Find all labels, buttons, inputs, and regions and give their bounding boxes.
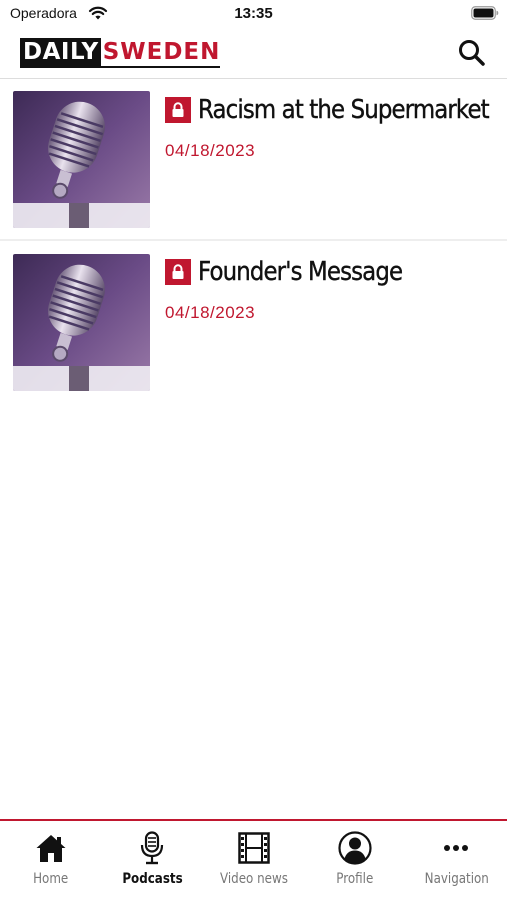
podcast-item[interactable]: Racism at the Supermarket 04/18/2023 (0, 79, 507, 241)
profile-icon (338, 831, 372, 865)
tab-label: Navigation (424, 871, 489, 887)
tab-label: Home (33, 871, 69, 887)
tab-label: Profile (336, 871, 374, 887)
podcast-title-row: Racism at the Supermarket (165, 95, 497, 125)
tab-label: Podcasts (121, 871, 183, 887)
tab-navigation[interactable]: Navigation (406, 821, 507, 902)
bottom-tab-bar: Home Podcasts Video news Profile Navigat… (0, 819, 507, 902)
logo-daily-text: DAILY (20, 38, 101, 68)
more-icon (439, 831, 473, 865)
podcast-list: Racism at the Supermarket 04/18/2023 Fou… (0, 79, 507, 401)
lock-icon (165, 97, 191, 123)
search-button[interactable] (457, 38, 487, 68)
status-bar: Operadora 13:35 (0, 0, 507, 28)
film-icon (237, 831, 271, 865)
tab-label: Video news (219, 871, 288, 887)
status-time: 13:35 (234, 5, 273, 22)
tab-home[interactable]: Home (0, 821, 101, 902)
app-header: DAILY SWEDEN (0, 28, 507, 79)
microphone-icon (135, 831, 169, 865)
daily-sweden-logo[interactable]: DAILY SWEDEN (20, 38, 221, 68)
home-icon (34, 831, 68, 865)
tab-profile[interactable]: Profile (304, 821, 405, 902)
logo-sweden-text: SWEDEN (100, 38, 221, 68)
podcast-date: 04/18/2023 (165, 303, 256, 322)
podcast-item[interactable]: Founder's Message 04/18/2023 (0, 241, 507, 401)
battery-icon (471, 6, 499, 20)
podcast-title: Founder's Message (198, 257, 403, 287)
podcast-title: Racism at the Supermarket (198, 95, 490, 125)
podcast-thumbnail (13, 91, 150, 228)
podcast-date: 04/18/2023 (165, 141, 256, 160)
search-icon (459, 40, 485, 66)
podcast-thumbnail (13, 254, 150, 391)
tab-video-news[interactable]: Video news (203, 821, 304, 902)
podcast-title-row: Founder's Message (165, 257, 497, 287)
tab-podcasts[interactable]: Podcasts (101, 821, 202, 902)
lock-icon (165, 259, 191, 285)
